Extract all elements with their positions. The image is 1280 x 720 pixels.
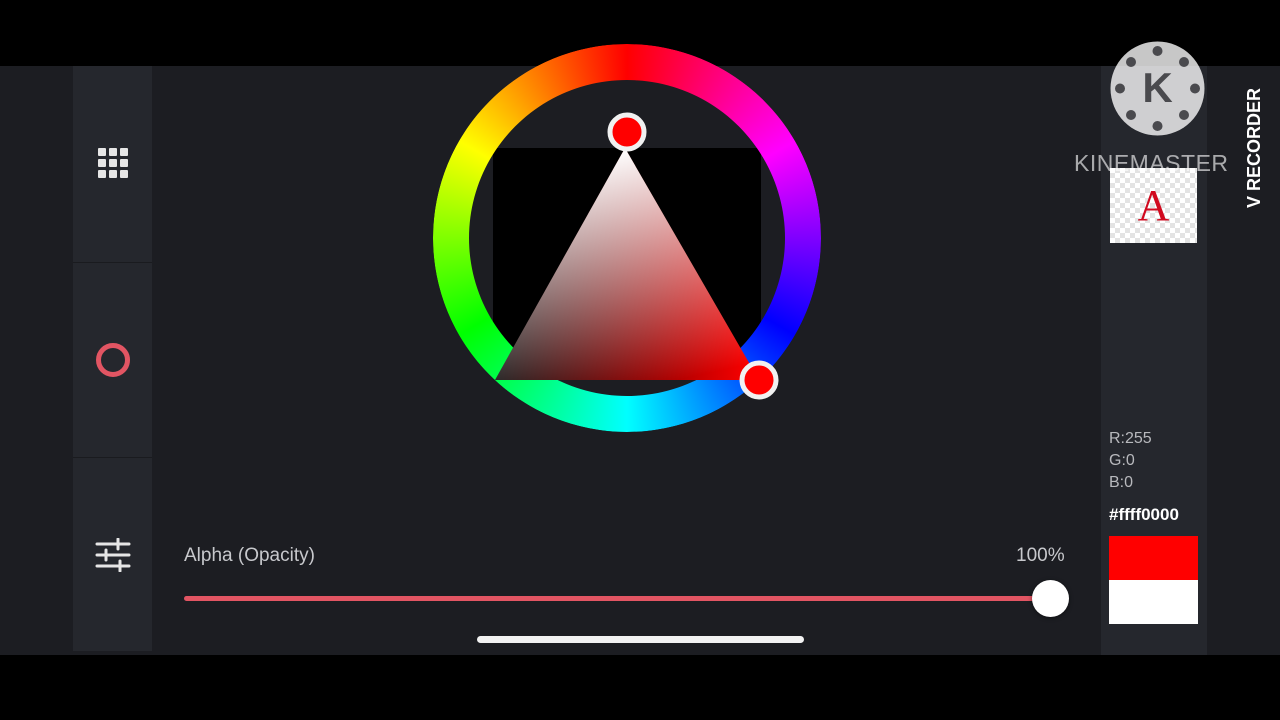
- alpha-label: Alpha (Opacity): [184, 545, 315, 566]
- text-preview-tile: A: [1110, 168, 1197, 243]
- red-value: R:255: [1109, 430, 1152, 447]
- watermark-brand: KINEMASTER: [1074, 150, 1229, 176]
- sliders-icon: [95, 538, 130, 572]
- color-handle[interactable]: [739, 360, 779, 400]
- left-tool-rail: [73, 66, 152, 651]
- hue-triangle-picker: [433, 44, 821, 432]
- grid-icon: [97, 148, 128, 178]
- color-wheel[interactable]: [433, 44, 821, 432]
- hue-handle[interactable]: [607, 112, 647, 152]
- ring-icon: [95, 343, 130, 377]
- recorder-watermark: V RECORDER: [1244, 87, 1264, 208]
- kinemaster-logo-icon: K: [1109, 40, 1206, 137]
- alpha-slider-track[interactable]: [184, 596, 1050, 601]
- alpha-slider-thumb[interactable]: [1032, 580, 1069, 617]
- alpha-value: 100%: [1016, 545, 1065, 566]
- sliders-mode-button[interactable]: [73, 458, 152, 652]
- preview-letter: A: [1137, 181, 1170, 230]
- color-wheel-mode-button[interactable]: [73, 263, 152, 457]
- logo-letter: K: [1142, 64, 1172, 111]
- hex-value[interactable]: #ffff0000: [1109, 505, 1179, 525]
- home-indicator[interactable]: [477, 636, 804, 643]
- grid-palette-button[interactable]: [73, 66, 152, 260]
- blue-value: B:0: [1109, 474, 1134, 491]
- new-color-swatch: [1109, 536, 1198, 580]
- previous-color-swatch[interactable]: [1109, 580, 1198, 624]
- green-value: G:0: [1109, 452, 1135, 469]
